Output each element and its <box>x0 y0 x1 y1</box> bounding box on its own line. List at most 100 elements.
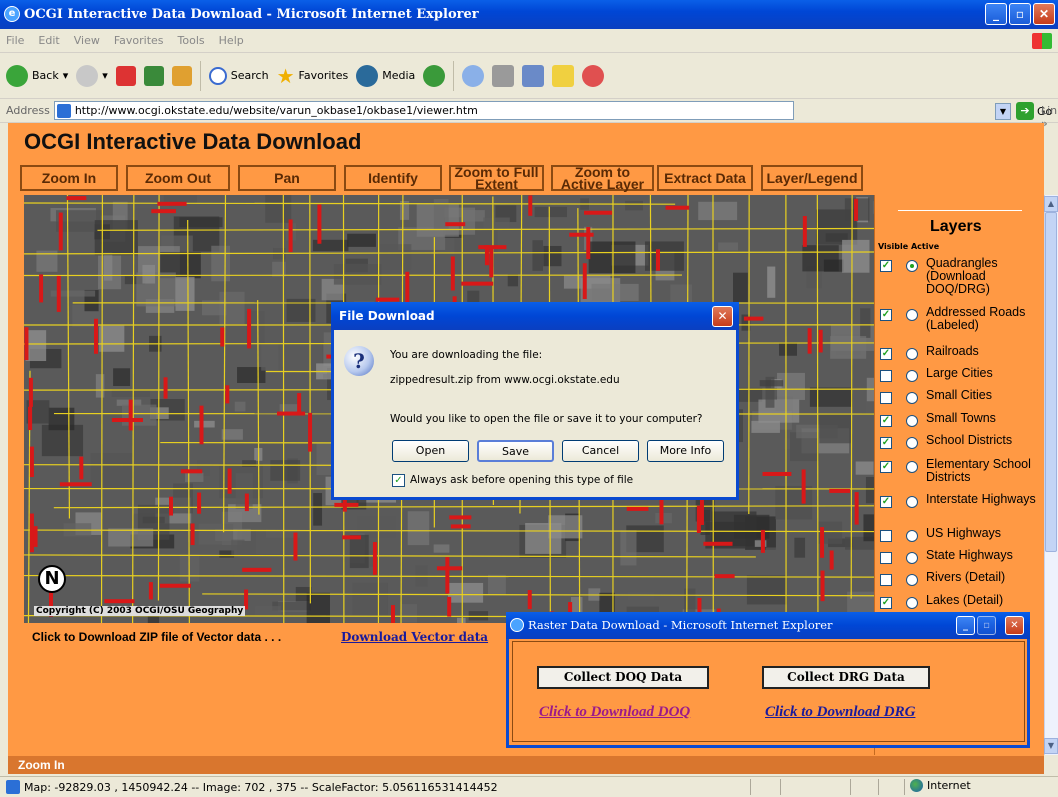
collect-doq-button[interactable]: Collect DOQ Data <box>537 666 709 689</box>
zoom-active-layer-tool[interactable]: Zoom to Active Layer <box>551 165 654 191</box>
layer-visible-checkbox[interactable] <box>880 530 892 542</box>
back-button[interactable]: Back ▾ <box>6 64 68 87</box>
scroll-up-button[interactable]: ▲ <box>1044 196 1058 212</box>
layer-active-radio[interactable] <box>906 370 918 382</box>
zoom-out-tool[interactable]: Zoom Out <box>126 165 230 191</box>
layer-active-radio[interactable] <box>906 260 918 272</box>
zoom-in-tool[interactable]: Zoom In <box>20 165 118 191</box>
layer-visible-checkbox[interactable]: ✓ <box>880 597 892 609</box>
menu-bar: File Edit View Favorites Tools Help <box>0 29 1058 53</box>
close-button[interactable]: ✕ <box>1033 3 1055 25</box>
scroll-down-button[interactable]: ▼ <box>1044 738 1058 754</box>
tool-mode-status: Zoom In <box>8 756 1044 774</box>
page-icon <box>56 103 71 118</box>
ie-icon: e <box>4 6 20 22</box>
layer-visible-checkbox[interactable] <box>880 574 892 586</box>
layer-visible-checkbox[interactable]: ✓ <box>880 437 892 449</box>
raster-close-button[interactable]: ✕ <box>1005 616 1024 635</box>
media-button[interactable]: Media <box>356 64 415 87</box>
search-button[interactable]: Search <box>208 66 269 85</box>
extract-data-tool[interactable]: Extract Data <box>657 165 753 191</box>
status-text: Map: -92829.03 , 1450942.24 -- Image: 70… <box>24 780 498 794</box>
layer-visible-checkbox[interactable]: ✓ <box>880 348 892 360</box>
always-ask-checkbox[interactable]: ✓ <box>392 474 405 487</box>
layer-row: Small Cities <box>880 389 1046 404</box>
cancel-button[interactable]: Cancel <box>562 440 639 462</box>
address-dropdown-button[interactable]: ▼ <box>995 103 1011 120</box>
open-button[interactable]: Open <box>392 440 469 462</box>
layer-name: Interstate Highways <box>926 492 1036 506</box>
forward-button[interactable]: ▾ <box>76 64 108 87</box>
layer-active-radio[interactable] <box>906 496 918 508</box>
layer-active-radio[interactable] <box>906 309 918 321</box>
pan-tool[interactable]: Pan <box>238 165 336 191</box>
home-icon[interactable] <box>171 65 192 86</box>
mail-icon[interactable] <box>462 64 485 87</box>
messenger-icon[interactable] <box>582 64 605 87</box>
download-line-2: zippedresult.zip from www.ocgi.okstate.e… <box>390 374 620 386</box>
layer-visible-checkbox[interactable]: ✓ <box>880 415 892 427</box>
zoom-full-extent-tool[interactable]: Zoom to Full Extent <box>449 165 544 191</box>
layer-name: US Highways <box>926 526 1002 540</box>
layer-active-radio[interactable] <box>906 597 918 609</box>
layer-visible-checkbox[interactable] <box>880 392 892 404</box>
file-download-close-button[interactable]: ✕ <box>712 306 733 327</box>
download-drg-link[interactable]: Click to Download DRG <box>765 704 915 721</box>
favorites-button[interactable]: ★ Favorites <box>277 64 349 88</box>
north-arrow-icon: N <box>38 565 66 593</box>
layer-visible-checkbox[interactable]: ✓ <box>880 496 892 508</box>
layer-visible-checkbox[interactable]: ✓ <box>880 461 892 473</box>
stop-icon[interactable] <box>115 65 136 86</box>
more-info-button[interactable]: More Info <box>647 440 724 462</box>
layer-active-radio[interactable] <box>906 437 918 449</box>
security-zone: Internet <box>910 779 971 792</box>
always-ask-label: Always ask before opening this type of f… <box>410 474 634 486</box>
layer-active-radio[interactable] <box>906 530 918 542</box>
refresh-icon[interactable] <box>143 65 164 86</box>
menu-file[interactable]: File <box>6 34 24 47</box>
menu-favorites[interactable]: Favorites <box>114 34 164 47</box>
history-icon[interactable] <box>423 64 446 87</box>
layer-active-radio[interactable] <box>906 415 918 427</box>
layer-row: ✓ Small Towns <box>880 412 1046 427</box>
identify-tool[interactable]: Identify <box>344 165 442 191</box>
globe-icon <box>910 779 923 792</box>
layer-visible-checkbox[interactable] <box>880 552 892 564</box>
menu-edit[interactable]: Edit <box>38 34 59 47</box>
menu-help[interactable]: Help <box>219 34 244 47</box>
layer-visible-checkbox[interactable] <box>880 370 892 382</box>
window-titlebar[interactable]: e OCGI Interactive Data Download - Micro… <box>0 0 1058 29</box>
edit-icon[interactable] <box>522 64 545 87</box>
layer-row: ✓ Quadrangles (Download DOQ/DRG) <box>880 257 1046 296</box>
layer-legend-tool[interactable]: Layer/Legend <box>761 165 863 191</box>
maximize-button[interactable]: ▫ <box>1009 3 1031 25</box>
raster-maximize-button[interactable]: ▫ <box>977 616 996 635</box>
page-status-icon <box>6 780 20 794</box>
layer-active-radio[interactable] <box>906 392 918 404</box>
layer-name: School Districts <box>926 433 1013 447</box>
menu-view[interactable]: View <box>74 34 100 47</box>
layer-active-radio[interactable] <box>906 461 918 473</box>
layer-name: Elementary School Districts <box>926 457 1031 484</box>
file-download-titlebar[interactable]: File Download <box>331 302 739 330</box>
download-doq-link[interactable]: Click to Download DOQ <box>539 704 690 721</box>
raster-download-titlebar[interactable]: Raster Data Download - Microsoft Interne… <box>506 612 1030 639</box>
layer-active-radio[interactable] <box>906 552 918 564</box>
print-icon[interactable] <box>492 64 515 87</box>
address-input[interactable]: http://www.ocgi.okstate.edu/website/varu… <box>53 101 794 120</box>
layer-visible-checkbox[interactable]: ✓ <box>880 260 892 272</box>
raster-download-content <box>512 641 1025 742</box>
minimize-button[interactable]: _ <box>985 3 1007 25</box>
raster-minimize-button[interactable]: _ <box>956 616 975 635</box>
menu-tools[interactable]: Tools <box>178 34 205 47</box>
download-vector-link[interactable]: Download Vector data <box>341 630 488 644</box>
layer-visible-checkbox[interactable]: ✓ <box>880 309 892 321</box>
collect-drg-button[interactable]: Collect DRG Data <box>762 666 930 689</box>
discuss-icon[interactable] <box>552 64 575 87</box>
layer-active-radio[interactable] <box>906 348 918 360</box>
app-title: OCGI Interactive Data Download <box>24 129 362 154</box>
save-button[interactable]: Save <box>477 440 554 462</box>
scroll-thumb[interactable] <box>1045 212 1057 552</box>
layer-active-radio[interactable] <box>906 574 918 586</box>
layer-name: Rivers (Detail) <box>926 570 1006 584</box>
